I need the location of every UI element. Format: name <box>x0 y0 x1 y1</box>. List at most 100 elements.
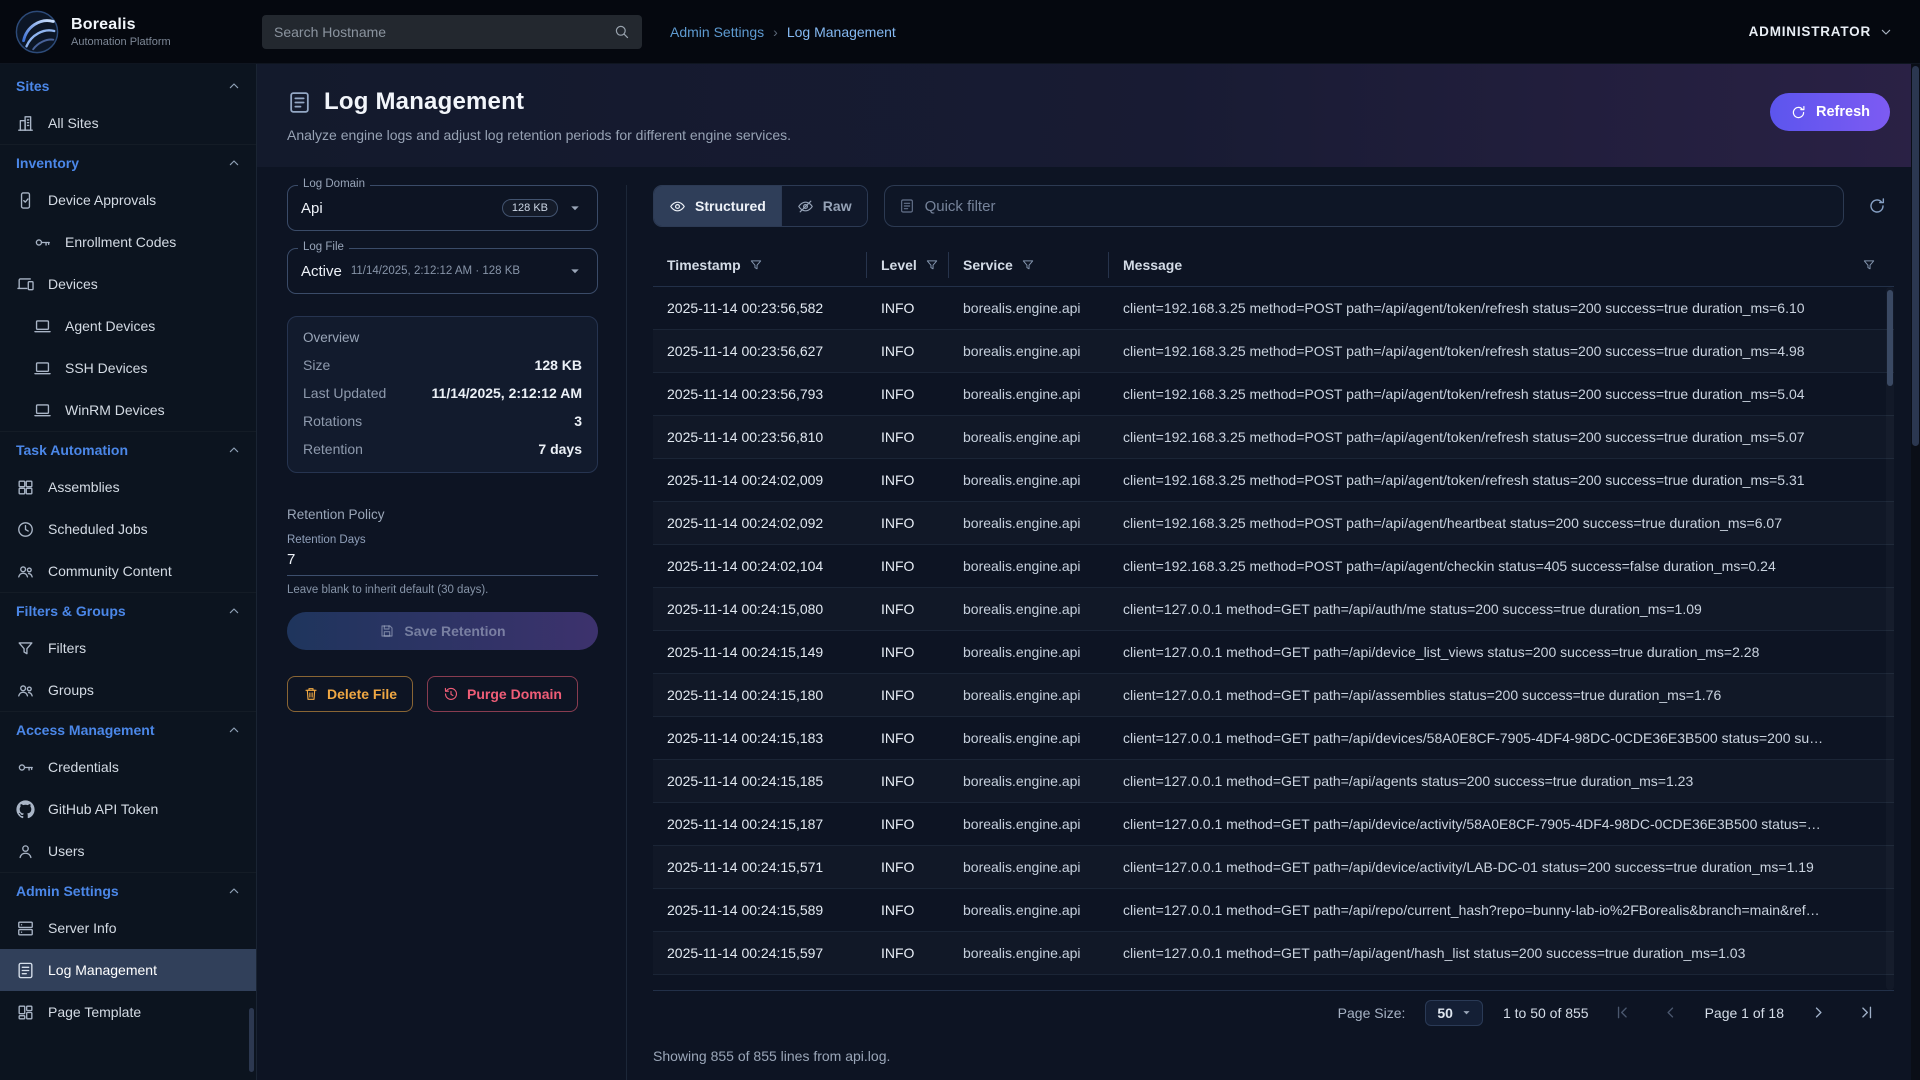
purge-icon <box>443 686 459 702</box>
page-scrollbar[interactable] <box>1911 64 1920 1080</box>
refresh-button[interactable]: Refresh <box>1770 93 1890 131</box>
table-row[interactable]: 2025-11-14 00:24:15,589INFOborealis.engi… <box>653 889 1894 932</box>
raw-toggle[interactable]: Raw <box>781 186 867 226</box>
table-row[interactable]: 2025-11-14 00:24:15,185INFOborealis.engi… <box>653 760 1894 803</box>
breadcrumb-admin-settings[interactable]: Admin Settings <box>670 24 764 40</box>
table-row[interactable]: 2025-11-14 00:24:02,104INFOborealis.engi… <box>653 545 1894 588</box>
sidebar-item-assemblies[interactable]: Assemblies <box>0 466 256 508</box>
sidebar-section-header-task-automation[interactable]: Task Automation <box>0 432 256 466</box>
sidebar-item-winrm-devices[interactable]: WinRM Devices <box>0 389 256 431</box>
table-row[interactable]: 2025-11-14 00:24:15,149INFOborealis.engi… <box>653 631 1894 674</box>
sidebar-section-header-admin-settings[interactable]: Admin Settings <box>0 873 256 907</box>
cell-service: borealis.engine.api <box>949 945 1109 961</box>
table-row[interactable]: 2025-11-14 00:24:02,092INFOborealis.engi… <box>653 502 1894 545</box>
table-row[interactable]: 2025-11-14 00:24:15,180INFOborealis.engi… <box>653 674 1894 717</box>
sidebar-item-ssh-devices[interactable]: SSH Devices <box>0 347 256 389</box>
table-row[interactable]: 2025-11-14 00:24:02,009INFOborealis.engi… <box>653 459 1894 502</box>
sidebar-item-all-sites[interactable]: All Sites <box>0 102 256 144</box>
log-icon <box>287 90 312 115</box>
sidebar-item-devices[interactable]: Devices <box>0 263 256 305</box>
sidebar-section-header-inventory[interactable]: Inventory <box>0 145 256 179</box>
overview-row-last-updated: Last Updated11/14/2025, 2:12:12 AM <box>303 385 582 401</box>
log-domain-select[interactable]: Log Domain Api 128 KB <box>287 185 598 231</box>
filter-icon[interactable] <box>1862 258 1876 272</box>
sidebar-item-server-info[interactable]: Server Info <box>0 907 256 949</box>
table-row[interactable]: 2025-11-14 00:23:56,627INFOborealis.engi… <box>653 330 1894 373</box>
people-icon <box>16 681 35 700</box>
quick-filter-box[interactable] <box>884 185 1844 227</box>
user-menu[interactable]: ADMINISTRATOR <box>1749 24 1894 40</box>
last-page-button[interactable] <box>1852 999 1880 1027</box>
filter-icon[interactable] <box>1021 258 1035 272</box>
cell-message: client=127.0.0.1 method=GET path=/api/de… <box>1109 730 1894 746</box>
cell-timestamp: 2025-11-14 00:24:15,187 <box>653 816 867 832</box>
structured-toggle[interactable]: Structured <box>654 186 781 226</box>
table-row[interactable]: 2025-11-14 00:24:15,187INFOborealis.engi… <box>653 803 1894 846</box>
sidebar-section-header-access-management[interactable]: Access Management <box>0 712 256 746</box>
brand-subtitle: Automation Platform <box>71 36 171 48</box>
table-row[interactable]: 2025-11-14 00:24:15,597INFOborealis.engi… <box>653 932 1894 975</box>
previous-page-button[interactable] <box>1657 999 1685 1027</box>
table-row[interactable]: 2025-11-14 00:24:15,571INFOborealis.engi… <box>653 846 1894 889</box>
page-size-label: Page Size: <box>1338 1005 1406 1021</box>
first-page-button[interactable] <box>1609 999 1637 1027</box>
sidebar-item-log-management[interactable]: Log Management <box>0 949 256 991</box>
search-box[interactable] <box>262 15 642 49</box>
sidebar-item-credentials[interactable]: Credentials <box>0 746 256 788</box>
column-header-timestamp[interactable]: Timestamp <box>653 252 867 278</box>
sidebar-item-enrollment-codes[interactable]: Enrollment Codes <box>0 221 256 263</box>
brand[interactable]: Borealis Automation Platform <box>14 9 258 55</box>
filter-icon[interactable] <box>749 258 763 272</box>
column-header-message[interactable]: Message <box>1109 252 1894 278</box>
raw-toggle-label: Raw <box>823 198 852 214</box>
sidebar-section-header-filters-groups[interactable]: Filters & Groups <box>0 593 256 627</box>
quick-filter-input[interactable] <box>925 198 1829 215</box>
next-page-button[interactable] <box>1804 999 1832 1027</box>
page-scrollbar-thumb[interactable] <box>1912 66 1919 446</box>
cell-message: client=192.168.3.25 method=POST path=/ap… <box>1109 429 1894 445</box>
table-row[interactable]: 2025-11-14 00:24:15,183INFOborealis.engi… <box>653 717 1894 760</box>
sidebar-item-filters[interactable]: Filters <box>0 627 256 669</box>
table-refresh-button[interactable] <box>1860 189 1894 223</box>
sidebar-item-agent-devices[interactable]: Agent Devices <box>0 305 256 347</box>
chevron-down-icon <box>1878 24 1894 40</box>
breadcrumb-log-management[interactable]: Log Management <box>787 24 896 40</box>
retention-days-input[interactable] <box>287 546 598 576</box>
delete-file-button[interactable]: Delete File <box>287 676 413 712</box>
table-row[interactable]: 2025-11-14 00:23:56,810INFOborealis.engi… <box>653 416 1894 459</box>
user-menu-label: ADMINISTRATOR <box>1749 24 1871 39</box>
purge-domain-button[interactable]: Purge Domain <box>427 676 578 712</box>
cell-level: INFO <box>867 644 949 660</box>
purge-domain-label: Purge Domain <box>467 686 562 702</box>
save-retention-button[interactable]: Save Retention <box>287 612 598 650</box>
sidebar-item-github-api-token[interactable]: GitHub API Token <box>0 788 256 830</box>
table-row[interactable]: 2025-11-14 00:23:56,582INFOborealis.engi… <box>653 287 1894 330</box>
column-header-service[interactable]: Service <box>949 252 1109 278</box>
sidebar-item-users[interactable]: Users <box>0 830 256 872</box>
log-file-select[interactable]: Log File Active 11/14/2025, 2:12:12 AM ·… <box>287 248 598 294</box>
page-size-select[interactable]: 50 <box>1425 1000 1483 1026</box>
cell-level: INFO <box>867 773 949 789</box>
overview-title: Overview <box>303 330 582 345</box>
cell-message: client=127.0.0.1 method=GET path=/api/ag… <box>1109 945 1894 961</box>
sidebar-item-device-approvals[interactable]: Device Approvals <box>0 179 256 221</box>
cell-message: client=192.168.3.25 method=POST path=/ap… <box>1109 386 1894 402</box>
filter-icon[interactable] <box>925 258 939 272</box>
log-toolbar: Structured Raw <box>653 185 1894 227</box>
cell-service: borealis.engine.api <box>949 386 1109 402</box>
search-input[interactable] <box>274 24 605 40</box>
sidebar-scrollbar[interactable] <box>249 1008 254 1072</box>
cell-message: client=127.0.0.1 method=GET path=/api/au… <box>1109 601 1894 617</box>
sidebar-section-header-sites[interactable]: Sites <box>0 68 256 102</box>
table-row[interactable]: 2025-11-14 00:24:15,080INFOborealis.engi… <box>653 588 1894 631</box>
sidebar-item-groups[interactable]: Groups <box>0 669 256 711</box>
table-scrollbar-thumb[interactable] <box>1887 290 1893 386</box>
github-icon <box>16 800 35 819</box>
table-row[interactable]: 2025-11-14 00:23:56,793INFOborealis.engi… <box>653 373 1894 416</box>
cell-service: borealis.engine.api <box>949 816 1109 832</box>
sidebar-item-page-template[interactable]: Page Template <box>0 991 256 1033</box>
table-scrollbar[interactable] <box>1886 287 1894 990</box>
sidebar-item-scheduled-jobs[interactable]: Scheduled Jobs <box>0 508 256 550</box>
column-header-level[interactable]: Level <box>867 252 949 278</box>
sidebar-item-community-content[interactable]: Community Content <box>0 550 256 592</box>
